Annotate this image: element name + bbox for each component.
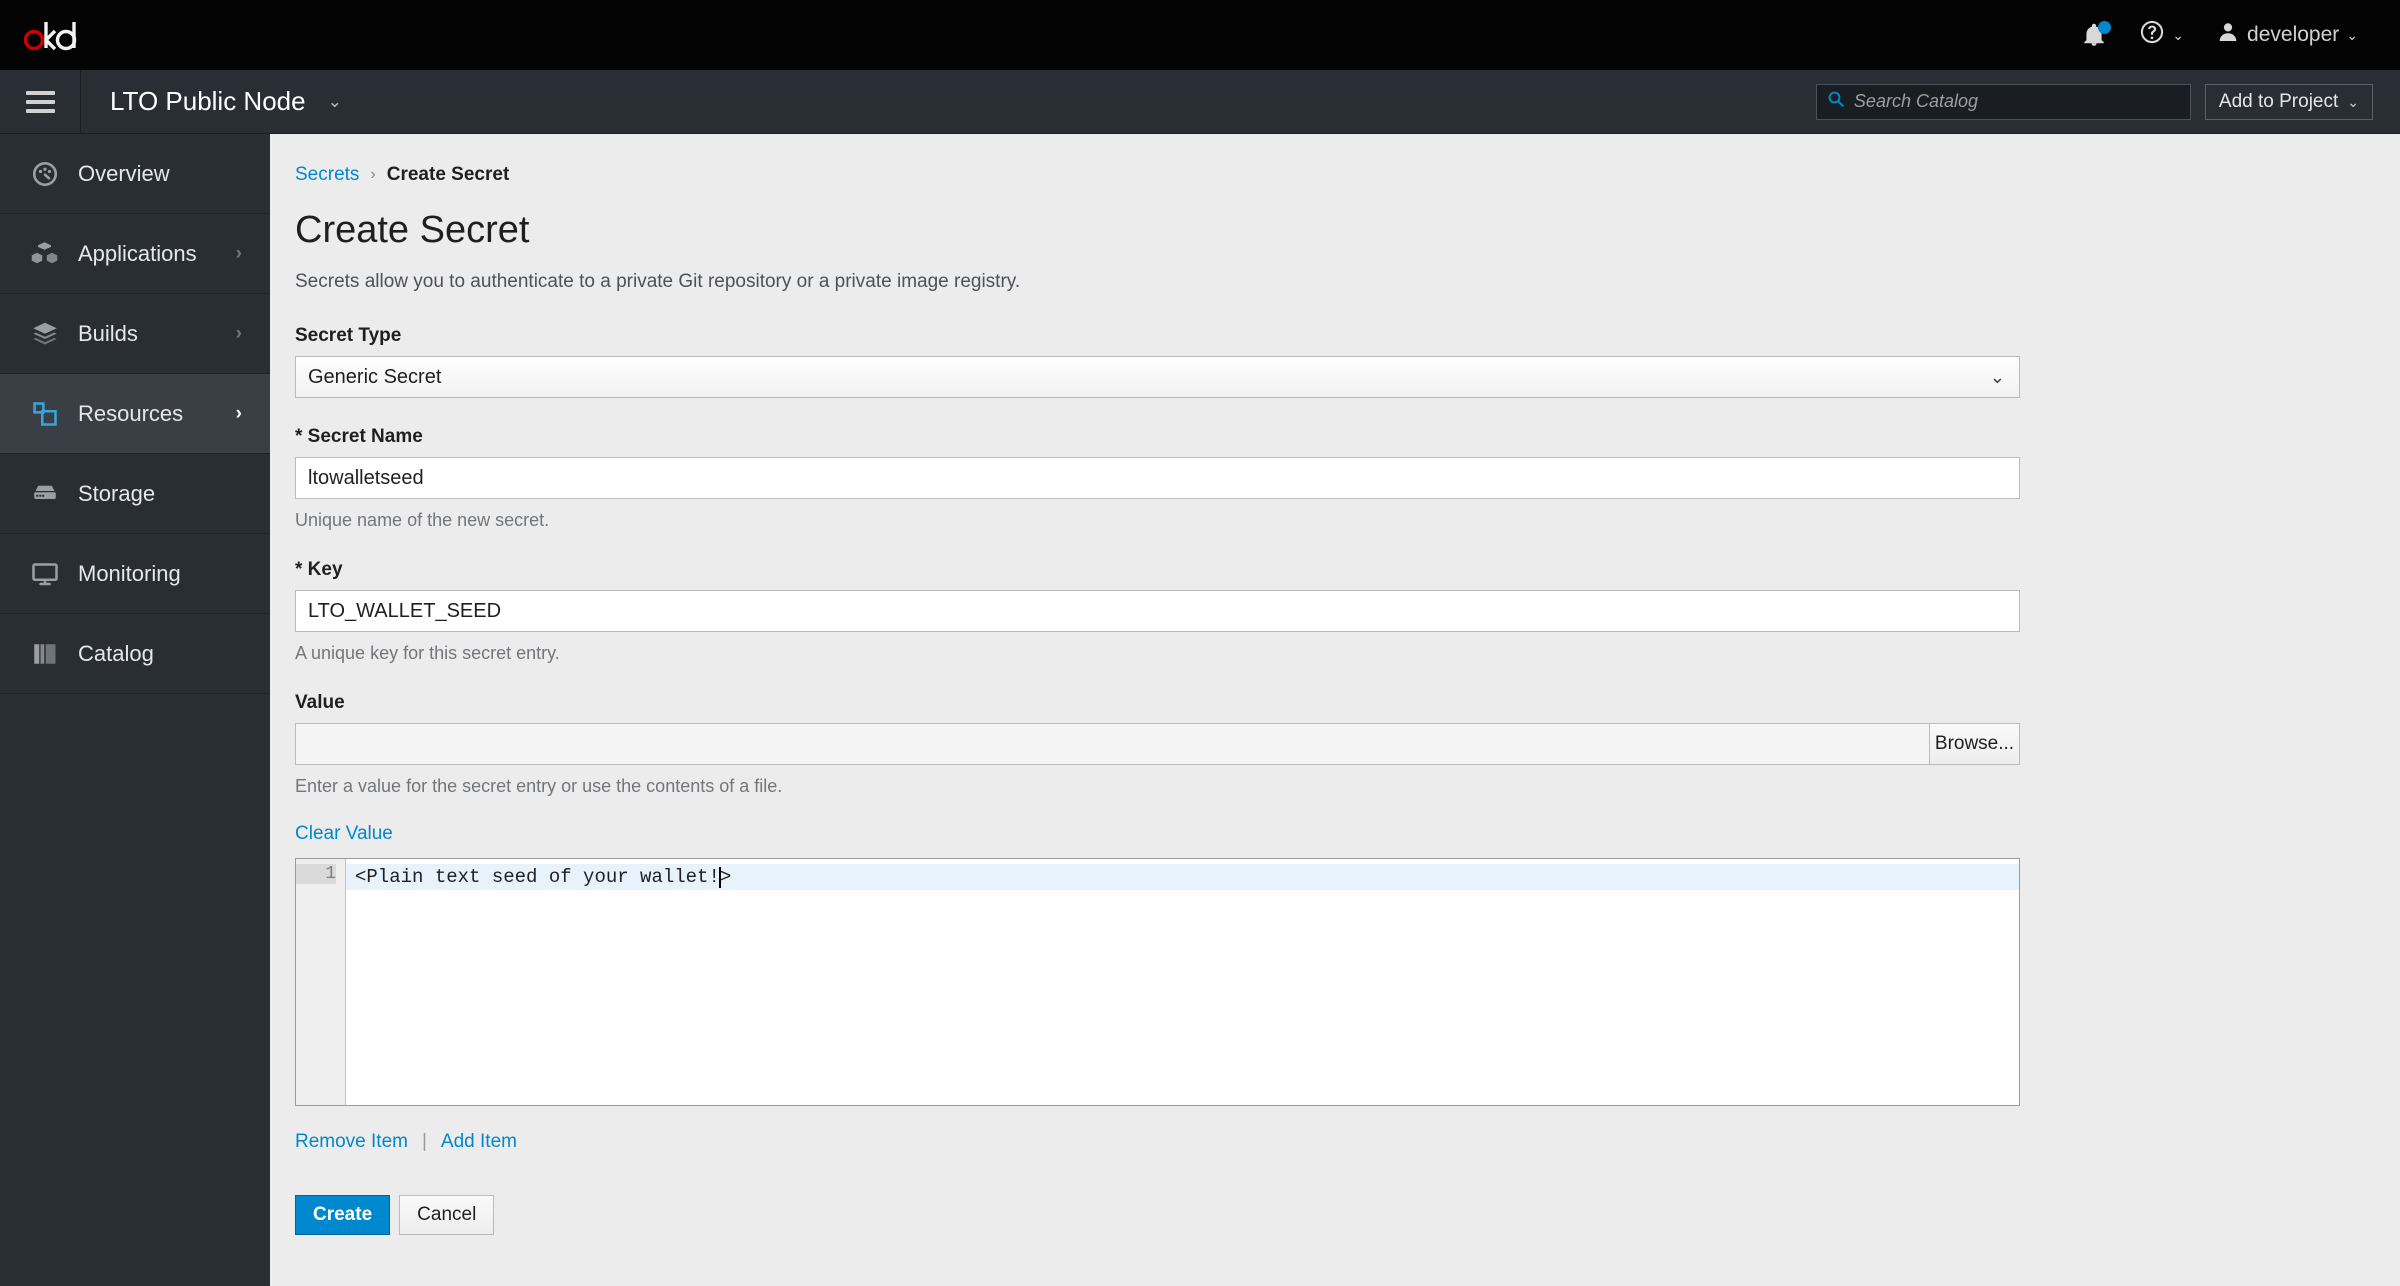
editor-active-line[interactable]: <Plain text seed of your wallet! > <box>346 864 2019 890</box>
field-secret-type: Secret Type Generic Secret ⌄ <box>295 325 2020 398</box>
chevron-right-icon: › <box>235 402 242 424</box>
storage-icon <box>30 479 72 509</box>
secret-name-input[interactable] <box>295 457 2020 499</box>
secret-type-label: Secret Type <box>295 325 402 346</box>
field-secret-name: * Secret Name Unique name of the new sec… <box>295 426 2020 531</box>
sidebar-filler <box>0 694 270 1286</box>
secret-name-label: * Secret Name <box>295 426 423 447</box>
form-actions: Create Cancel <box>295 1195 2020 1235</box>
main-content: Secrets › Create Secret Create Secret Se… <box>270 134 2400 1286</box>
hamburger-icon[interactable] <box>0 69 81 134</box>
chevron-down-icon: ⌄ <box>2347 93 2359 110</box>
secret-type-select[interactable]: Generic Secret ⌄ <box>295 356 2020 398</box>
project-selector[interactable]: LTO Public Node ⌄ <box>81 70 342 134</box>
breadcrumb-link-secrets[interactable]: Secrets <box>295 164 359 186</box>
notifications-button[interactable] <box>2065 0 2123 70</box>
monitor-icon <box>30 559 72 589</box>
project-name: LTO Public Node <box>110 86 306 116</box>
secondary-masthead: LTO Public Node ⌄ Search Catalog Add to … <box>0 69 2400 134</box>
value-file-input[interactable] <box>296 724 1929 764</box>
create-button[interactable]: Create <box>295 1195 391 1235</box>
masthead: ⌄ developer ⌄ <box>0 0 2400 70</box>
editor-body[interactable]: <Plain text seed of your wallet! > <box>346 859 2019 1105</box>
item-links: Remove Item | Add Item <box>295 1131 2020 1153</box>
bell-icon <box>2081 21 2112 48</box>
user-name: developer <box>2247 23 2340 46</box>
value-code-editor[interactable]: 1 <Plain text seed of your wallet! > <box>295 858 2020 1106</box>
sidebar-item-resources[interactable]: Resources › <box>0 374 270 454</box>
help-button[interactable]: ⌄ <box>2123 0 2200 70</box>
sidebar-item-catalog[interactable]: Catalog <box>0 614 270 694</box>
sidebar-item-label: Overview <box>78 160 170 186</box>
editor-text-before-caret: <Plain text seed of your wallet! <box>355 866 720 888</box>
notification-badge <box>2098 21 2112 34</box>
chevron-down-icon: ⌄ <box>2346 27 2358 43</box>
key-helper: A unique key for this secret entry. <box>295 643 560 663</box>
sidebar-item-builds[interactable]: Builds › <box>0 294 270 374</box>
cancel-button[interactable]: Cancel <box>399 1195 495 1235</box>
key-label: * Key <box>295 559 343 580</box>
value-label: Value <box>295 692 345 713</box>
value-file-row[interactable]: Browse... <box>295 723 2020 765</box>
add-item-link[interactable]: Add Item <box>441 1131 517 1153</box>
subbar-actions: Search Catalog Add to Project ⌄ <box>1815 83 2400 120</box>
secret-type-value: Generic Secret <box>308 365 442 388</box>
sidebar-item-monitoring[interactable]: Monitoring <box>0 534 270 614</box>
clear-value-link[interactable]: Clear Value <box>295 823 393 844</box>
field-value: Value Browse... Enter a value for the se… <box>295 692 2020 797</box>
breadcrumb: Secrets › Create Secret <box>295 134 2400 186</box>
secret-name-helper: Unique name of the new secret. <box>295 510 550 530</box>
help-circle-icon <box>2139 19 2165 51</box>
chevron-down-icon: ⌄ <box>327 91 342 111</box>
dashboard-icon <box>30 159 72 189</box>
cubes-icon <box>30 239 72 269</box>
search-input-placeholder: Search Catalog <box>1853 91 1978 111</box>
sidebar-item-applications[interactable]: Applications › <box>0 214 270 294</box>
add-to-project-button[interactable]: Add to Project ⌄ <box>2204 83 2373 120</box>
item-links-separator: | <box>421 1131 427 1152</box>
resources-icon <box>30 399 72 429</box>
search-icon <box>1827 90 1845 113</box>
search-catalog-box[interactable]: Search Catalog <box>1815 83 2191 120</box>
editor-line-number: 1 <box>296 864 336 884</box>
editor-text-after-caret: > <box>719 866 732 888</box>
clear-value-row: Clear Value <box>295 823 2020 845</box>
sidebar-nav: Overview Applications › Builds › Resourc… <box>0 134 270 1286</box>
user-icon <box>2216 20 2240 50</box>
create-secret-form: Secret Type Generic Secret ⌄ * Secret Na… <box>295 325 2020 1235</box>
sidebar-item-overview[interactable]: Overview <box>0 134 270 214</box>
sidebar-item-label: Catalog <box>78 640 154 666</box>
chevron-down-icon: ⌄ <box>1989 366 2005 387</box>
browse-button[interactable]: Browse... <box>1929 724 2019 764</box>
field-key: * Key A unique key for this secret entry… <box>295 559 2020 664</box>
chevron-right-icon: › <box>235 242 242 264</box>
book-icon <box>30 639 72 669</box>
layers-icon <box>30 319 72 349</box>
sidebar-item-label: Resources <box>78 400 184 426</box>
value-helper: Enter a value for the secret entry or us… <box>295 776 783 796</box>
sidebar-item-label: Monitoring <box>78 560 181 586</box>
remove-item-link[interactable]: Remove Item <box>295 1131 408 1153</box>
breadcrumb-separator: › <box>370 166 376 183</box>
page-title: Create Secret <box>295 209 530 251</box>
add-to-project-label: Add to Project <box>2218 90 2339 112</box>
page-subtitle: Secrets allow you to authenticate to a p… <box>295 271 1021 292</box>
sidebar-item-label: Builds <box>78 320 138 346</box>
sidebar-item-label: Storage <box>78 480 156 506</box>
chevron-right-icon: › <box>235 322 242 344</box>
masthead-actions: ⌄ developer ⌄ <box>2065 0 2400 70</box>
sidebar-item-storage[interactable]: Storage <box>0 454 270 534</box>
user-menu[interactable]: developer ⌄ <box>2200 0 2374 70</box>
app-root: ⌄ developer ⌄ LTO Public Node ⌄ Search C… <box>0 0 2400 1286</box>
breadcrumb-current: Create Secret <box>386 164 510 185</box>
editor-gutter: 1 <box>296 859 346 1105</box>
chevron-down-icon: ⌄ <box>2172 27 2185 43</box>
sidebar-item-label: Applications <box>78 240 197 266</box>
key-input[interactable] <box>295 590 2020 632</box>
okd-logo[interactable] <box>22 16 82 54</box>
